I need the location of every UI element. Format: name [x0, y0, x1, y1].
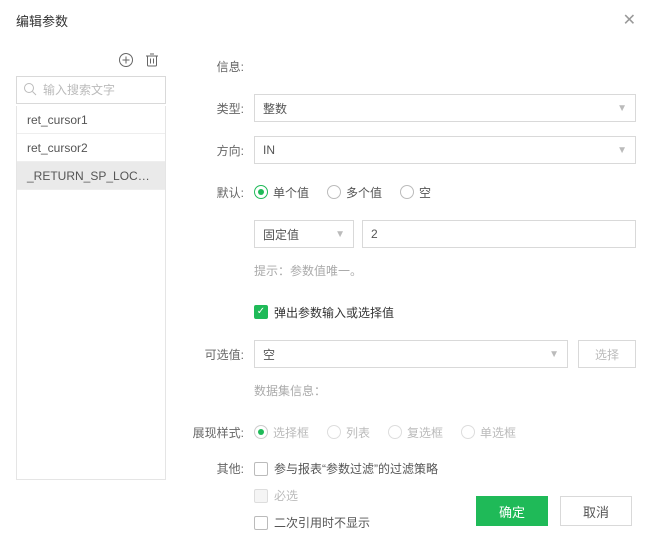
list-item[interactable]: _RETURN_SP_LOCATION_	[17, 162, 165, 190]
row-dataset-hint: 数据集信息：	[254, 376, 636, 404]
label-display: 展现样式:	[190, 424, 244, 441]
row-display: 展现样式: 选择框 列表 复选框 单选框	[190, 418, 636, 446]
row-default-hint: 提示：参数值唯一。	[254, 256, 636, 284]
search-wrap	[16, 76, 166, 104]
select-button[interactable]: 选择	[578, 340, 636, 368]
dialog-body: ret_cursor1 ret_cursor2 _RETURN_SP_LOCAT…	[0, 40, 652, 480]
row-popup: 弹出参数输入或选择值	[254, 298, 636, 326]
radio-multi[interactable]: 多个值	[327, 184, 382, 201]
label-info: 信息:	[190, 58, 244, 75]
dialog-title: 编辑参数	[16, 11, 68, 30]
chevron-down-icon: ▼	[549, 349, 559, 360]
chevron-down-icon: ▼	[617, 145, 627, 156]
delete-icon[interactable]	[144, 52, 160, 68]
label-type: 类型:	[190, 100, 244, 117]
cancel-button[interactable]: 取消	[560, 496, 632, 526]
add-icon[interactable]	[118, 52, 134, 68]
default-radio-group: 单个值 多个值 空	[254, 184, 431, 201]
parameter-list: ret_cursor1 ret_cursor2 _RETURN_SP_LOCAT…	[16, 106, 166, 480]
default-mode-value: 固定值	[263, 226, 299, 243]
other-opt1-label: 参与报表“参数过滤”的过滤策略	[274, 460, 438, 477]
default-mode-select[interactable]: 固定值 ▼	[254, 220, 354, 248]
label-other: 其他:	[190, 460, 244, 477]
row-type: 类型: 整数 ▼	[190, 94, 636, 122]
radio-list: 列表	[327, 424, 370, 441]
radio-empty[interactable]: 空	[400, 184, 431, 201]
chevron-down-icon: ▼	[335, 229, 345, 240]
search-input[interactable]	[16, 76, 166, 104]
list-item[interactable]: ret_cursor1	[17, 106, 165, 134]
radio-radio: 单选框	[461, 424, 516, 441]
direction-select[interactable]: IN ▼	[254, 136, 636, 164]
label-optional: 可选值:	[190, 346, 244, 363]
ok-button[interactable]: 确定	[476, 496, 548, 526]
popup-checkbox[interactable]	[254, 305, 268, 319]
popup-label: 弹出参数输入或选择值	[274, 304, 394, 321]
dialog-footer: 确定 取消	[0, 483, 652, 539]
display-radio-group: 选择框 列表 复选框 单选框	[254, 424, 516, 441]
radio-checkbox: 复选框	[388, 424, 443, 441]
default-value-input[interactable]	[362, 220, 636, 248]
radio-selectbox: 选择框	[254, 424, 309, 441]
type-select[interactable]: 整数 ▼	[254, 94, 636, 122]
list-item[interactable]: ret_cursor2	[17, 134, 165, 162]
direction-value: IN	[263, 143, 275, 157]
radio-single[interactable]: 单个值	[254, 184, 309, 201]
other-opt1-checkbox[interactable]	[254, 462, 268, 476]
row-default-value: 固定值 ▼	[254, 220, 636, 248]
form-panel: 信息: 类型: 整数 ▼ 方向: IN ▼ 默认: 单个值	[190, 48, 636, 480]
label-direction: 方向:	[190, 142, 244, 159]
parameter-list-panel: ret_cursor1 ret_cursor2 _RETURN_SP_LOCAT…	[16, 48, 166, 480]
default-hint: 提示：参数值唯一。	[254, 262, 362, 279]
close-icon[interactable]: ✕	[623, 10, 636, 30]
edit-parameter-dialog: { "header": { "title": "编辑参数" }, "sideba…	[0, 0, 652, 539]
row-info: 信息:	[190, 52, 636, 80]
row-direction: 方向: IN ▼	[190, 136, 636, 164]
optional-value: 空	[263, 346, 275, 363]
chevron-down-icon: ▼	[617, 103, 627, 114]
dialog-header: 编辑参数 ✕	[0, 0, 652, 40]
row-optional: 可选值: 空 ▼ 选择	[190, 340, 636, 368]
type-value: 整数	[263, 100, 287, 117]
search-icon	[23, 82, 37, 99]
optional-select[interactable]: 空 ▼	[254, 340, 568, 368]
row-default: 默认: 单个值 多个值 空	[190, 178, 636, 206]
dataset-hint: 数据集信息：	[254, 382, 326, 399]
label-default: 默认:	[190, 184, 244, 201]
list-toolbar	[16, 48, 166, 76]
other-opt1-row: 参与报表“参数过滤”的过滤策略	[254, 460, 438, 477]
